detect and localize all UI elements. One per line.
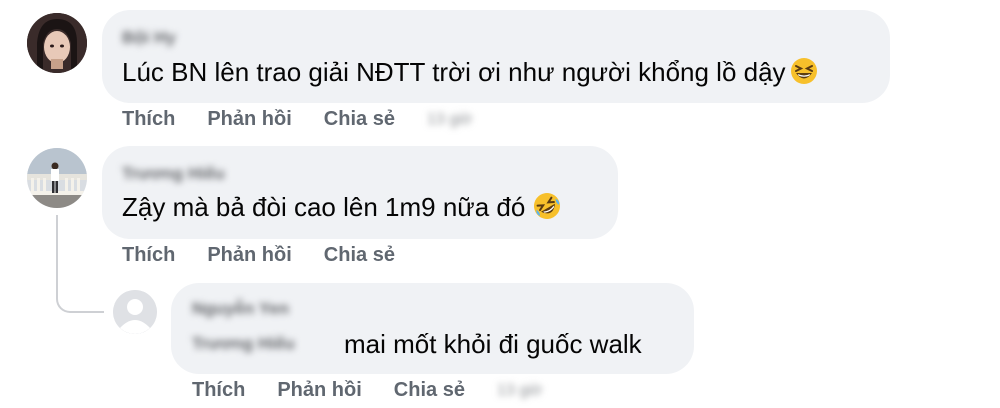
avatar[interactable] <box>27 148 87 208</box>
comment-text-content: Zậy mà bả đòi cao lên 1m9 nữa đó <box>122 192 526 222</box>
comment-author[interactable]: Bội Hy <box>122 28 176 48</box>
comment-author[interactable]: Nguyễn Yen <box>192 299 289 319</box>
like-button[interactable]: Thích <box>122 108 175 131</box>
comment-actions: Thích Phản hồi Chia sẻ 13 giờ <box>192 379 542 402</box>
comment-author[interactable]: Trương Hiếu <box>122 164 225 184</box>
comment-text: mai mốt khỏi đi guốc walk <box>344 329 642 359</box>
reply-button[interactable]: Phản hồi <box>277 379 361 402</box>
like-button[interactable]: Thích <box>192 379 245 402</box>
comment-text-content: Lúc BN lên trao giải NĐTT trời ơi như ng… <box>122 57 786 87</box>
comment-actions: Thích Phản hồi Chia sẻ 13 giờ <box>122 108 472 131</box>
reply-button[interactable]: Phản hồi <box>207 244 291 267</box>
comment-actions: Thích Phản hồi Chia sẻ <box>122 244 427 267</box>
share-button[interactable]: Chia sẻ <box>324 108 395 131</box>
reply-button[interactable]: Phản hồi <box>207 108 291 131</box>
share-button[interactable]: Chia sẻ <box>394 379 465 402</box>
comment-text: Lúc BN lên trao giải NĐTT trời ơi như ng… <box>122 57 818 92</box>
share-button[interactable]: Chia sẻ <box>324 244 395 267</box>
comment-time[interactable]: 13 giờ <box>497 382 542 400</box>
avatar[interactable] <box>27 13 87 73</box>
reply-thread-line <box>56 215 104 313</box>
default-avatar-icon[interactable] <box>113 290 157 334</box>
like-button[interactable]: Thích <box>122 244 175 267</box>
rolling-on-floor-laughing-icon <box>533 192 561 227</box>
comment-text: Zậy mà bả đòi cao lên 1m9 nữa đó <box>122 192 561 227</box>
reply-mention[interactable]: Trương Hiếu <box>192 334 295 354</box>
comment-time[interactable]: 13 giờ <box>427 111 472 129</box>
grinning-squinting-face-icon <box>790 57 818 92</box>
